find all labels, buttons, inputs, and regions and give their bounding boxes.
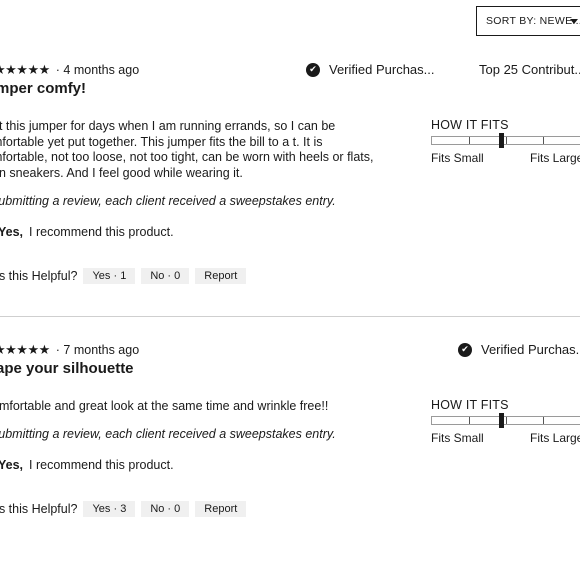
review-title: ape your silhouette	[0, 360, 134, 377]
report-button[interactable]: Report	[195, 268, 247, 284]
helpful-yes-button[interactable]: Yes · 1	[83, 268, 136, 284]
fit-tick	[543, 417, 544, 424]
sweepstakes-note: submitting a review, each client receive…	[0, 427, 336, 441]
fit-high-label: Fits Large	[530, 151, 580, 165]
fit-scale: HOW IT FITS Fits Small Fits Large	[431, 118, 580, 165]
review-date: · 7 months ago	[55, 343, 140, 357]
helpful-no-button[interactable]: No · 0	[141, 268, 190, 284]
review-meta: ★★★★★ · 7 months ago	[0, 342, 139, 358]
fit-tick	[469, 417, 470, 424]
fit-title: HOW IT FITS	[431, 118, 509, 132]
fit-track	[431, 413, 580, 428]
fit-high-label: Fits Large	[530, 431, 580, 445]
fit-scale: HOW IT FITS Fits Small Fits Large	[431, 398, 580, 445]
verified-purchase-badge: ✔ Verified Purchas...	[306, 62, 435, 77]
caret-down-icon	[570, 19, 578, 24]
review-body-line: ot this jumper for days when I am runnin…	[0, 119, 336, 133]
fit-marker	[499, 413, 504, 428]
fit-tick	[506, 137, 507, 144]
fit-labels: Fits Small Fits Large	[431, 431, 580, 445]
fit-marker	[499, 133, 504, 148]
recommend-text: I recommend this product.	[29, 458, 174, 472]
verified-label: Verified Purchas...	[481, 342, 580, 357]
review-body: ot this jumper for days when I am runnin…	[0, 119, 402, 181]
fit-title: HOW IT FITS	[431, 398, 509, 412]
fit-tick	[543, 137, 544, 144]
report-button[interactable]: Report	[195, 501, 247, 517]
helpful-row: as this Helpful? Yes · 1 No · 0 Report	[0, 268, 247, 284]
recommendation: Yes, I recommend this product.	[0, 225, 174, 239]
recommendation: Yes, I recommend this product.	[0, 458, 174, 472]
helpful-no-button[interactable]: No · 0	[141, 501, 190, 517]
fit-tick	[506, 417, 507, 424]
review-title: mper comfy!	[0, 80, 87, 97]
fit-track	[431, 133, 580, 148]
sweepstakes-note: submitting a review, each client receive…	[0, 194, 336, 208]
recommend-text: I recommend this product.	[29, 225, 174, 239]
verified-purchase-badge: ✔ Verified Purchas...	[458, 342, 580, 357]
recommend-yes: Yes,	[0, 458, 24, 472]
star-rating: ★★★★★	[0, 342, 50, 357]
check-circle-icon: ✔	[458, 342, 472, 357]
verified-label: Verified Purchas...	[329, 62, 435, 77]
helpful-yes-button[interactable]: Yes · 3	[83, 501, 136, 517]
review-body-line: omfortable and great look at the same ti…	[0, 399, 329, 413]
fit-low-label: Fits Small	[431, 151, 484, 165]
sort-dropdown[interactable]: SORT BY: NEWE...	[476, 6, 580, 36]
review-date: · 4 months ago	[55, 63, 140, 77]
helpful-label: as this Helpful?	[0, 502, 78, 516]
fit-tick	[469, 137, 470, 144]
helpful-label: as this Helpful?	[0, 269, 78, 283]
fit-labels: Fits Small Fits Large	[431, 151, 580, 165]
review-divider	[0, 316, 580, 317]
review-meta: ★★★★★ · 4 months ago	[0, 62, 139, 78]
check-circle-icon: ✔	[306, 62, 320, 77]
review-body-line: en sneakers. And I feel good while weari…	[0, 165, 243, 180]
contributor-badge: Top 25 Contribut...	[479, 62, 580, 77]
star-rating: ★★★★★	[0, 62, 50, 77]
review-body-line: mfortable, not too loose, not too tight,…	[0, 150, 374, 164]
review-body-line: mfortable yet put together. This jumper …	[0, 134, 323, 149]
review-body: omfortable and great look at the same ti…	[0, 399, 402, 415]
helpful-row: as this Helpful? Yes · 3 No · 0 Report	[0, 501, 247, 517]
recommend-yes: Yes,	[0, 225, 24, 239]
sort-label: SORT BY: NEWE...	[486, 15, 580, 27]
fit-low-label: Fits Small	[431, 431, 484, 445]
